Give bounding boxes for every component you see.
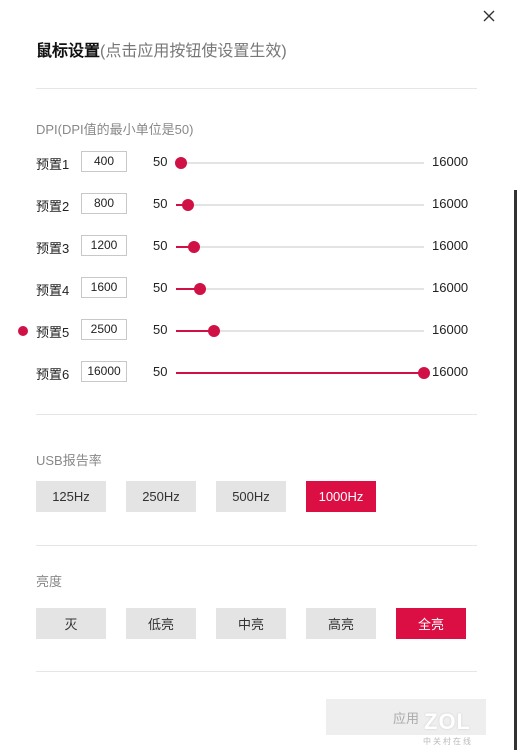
- divider: [36, 545, 477, 546]
- slider-thumb[interactable]: [418, 367, 430, 379]
- slider-min-label: 50: [153, 280, 168, 295]
- preset-5-slider[interactable]: [176, 325, 424, 337]
- preset-row-4: 预置4 1600 50 16000: [0, 277, 517, 301]
- brightness-high-button[interactable]: 高亮: [306, 608, 376, 639]
- preset-row-3: 预置3 1200 50 16000: [0, 235, 517, 259]
- preset-4-input[interactable]: 1600: [81, 277, 127, 298]
- slider-thumb[interactable]: [194, 283, 207, 295]
- slider-fill: [176, 372, 424, 374]
- preset-1-slider[interactable]: [175, 157, 424, 169]
- preset-row-5: 预置5 2500 50 16000: [0, 319, 517, 343]
- close-icon: [483, 10, 495, 22]
- preset-6-slider[interactable]: [176, 367, 430, 379]
- slider-max-label: 16000: [432, 322, 469, 337]
- usb-1000hz-button[interactable]: 1000Hz: [306, 481, 376, 512]
- slider-min-label: 50: [153, 196, 168, 211]
- slider-max-label: 16000: [432, 364, 469, 379]
- slider-max-label: 16000: [432, 238, 469, 253]
- usb-500hz-button[interactable]: 500Hz: [216, 481, 286, 512]
- dialog-title: 鼠标设置(点击应用按钮使设置生效): [36, 37, 287, 61]
- divider: [36, 88, 477, 89]
- slider-thumb[interactable]: [187, 241, 200, 253]
- preset-1-input[interactable]: 400: [81, 151, 127, 172]
- brightness-medium-button[interactable]: 中亮: [216, 608, 286, 639]
- preset-name: 预置2: [36, 199, 70, 214]
- preset-2-slider[interactable]: [176, 199, 424, 211]
- divider: [36, 414, 477, 415]
- dialog-subtitle: (点击应用按钮使设置生效): [100, 43, 287, 60]
- preset-5-input[interactable]: 2500: [81, 319, 127, 340]
- usb-125hz-button[interactable]: 125Hz: [36, 481, 106, 512]
- brightness-off-button[interactable]: 灭: [36, 608, 106, 639]
- preset-name: 预置6: [36, 367, 70, 382]
- preset-name: 预置3: [36, 241, 70, 256]
- slider-thumb[interactable]: [208, 325, 221, 337]
- slider-thumb[interactable]: [181, 199, 194, 211]
- preset-6-input[interactable]: 16000: [81, 361, 127, 382]
- zol-watermark: ZOL: [424, 709, 471, 734]
- divider: [36, 671, 477, 672]
- slider-min-label: 50: [153, 364, 168, 379]
- slider-max-label: 16000: [432, 196, 469, 211]
- preset-row-6: 预置6 16000 50 16000: [0, 361, 517, 385]
- preset-4-slider[interactable]: [176, 283, 424, 295]
- brightness-low-button[interactable]: 低亮: [126, 608, 196, 639]
- dpi-section-label: DPI(DPI值的最小单位是50): [36, 122, 194, 137]
- dialog-title-main: 鼠标设置: [36, 43, 101, 60]
- slider-min-label: 50: [153, 322, 168, 337]
- preset-name: 预置5: [36, 325, 70, 340]
- active-preset-indicator: [18, 326, 28, 336]
- preset-3-input[interactable]: 1200: [81, 235, 127, 256]
- brightness-section-label: 亮度: [36, 574, 63, 589]
- slider-max-label: 16000: [432, 280, 469, 295]
- usb-section-label: USB报告率: [36, 453, 102, 468]
- slider-thumb[interactable]: [175, 157, 188, 169]
- usb-250hz-button[interactable]: 250Hz: [126, 481, 196, 512]
- slider-max-label: 16000: [432, 154, 469, 169]
- preset-name: 预置1: [36, 157, 70, 172]
- preset-row-2: 预置2 800 50 16000: [0, 193, 517, 217]
- preset-name: 预置4: [36, 283, 70, 298]
- slider-min-label: 50: [153, 238, 168, 253]
- preset-2-input[interactable]: 800: [81, 193, 127, 214]
- preset-row-1: 预置1 400 50 16000: [0, 151, 517, 175]
- slider-min-label: 50: [153, 154, 168, 169]
- close-button[interactable]: [479, 6, 499, 26]
- brightness-full-button[interactable]: 全亮: [396, 608, 466, 639]
- zol-watermark-subtitle: 中关村在线: [423, 737, 473, 746]
- preset-3-slider[interactable]: [176, 241, 424, 253]
